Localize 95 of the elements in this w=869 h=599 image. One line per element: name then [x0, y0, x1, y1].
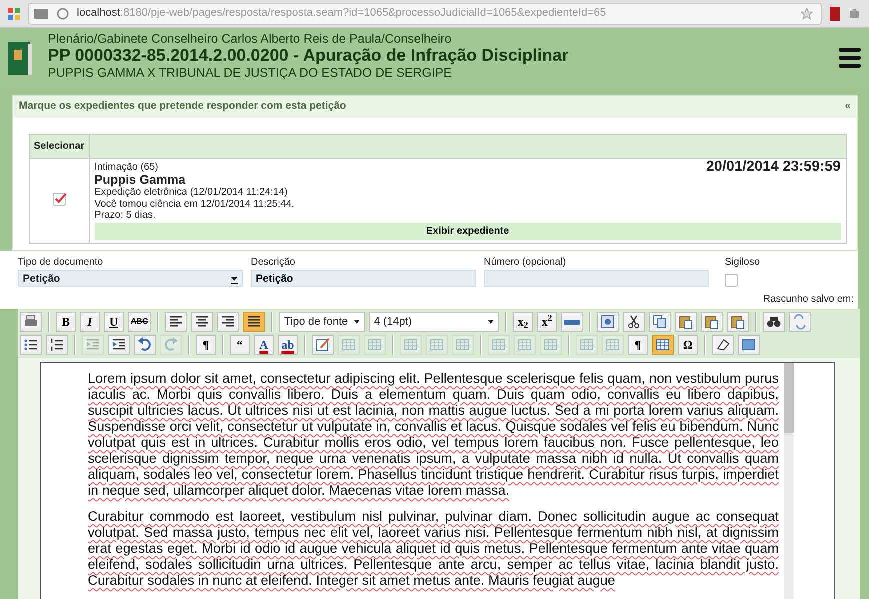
menu-icon[interactable] [839, 48, 861, 68]
copy-button[interactable] [649, 312, 672, 332]
table-icon [543, 337, 559, 354]
table-icon [655, 337, 671, 354]
notice-detail: Expedição eletrônica (12/01/2014 11:24:14) [94, 187, 289, 199]
format-button[interactable]: ¶ [196, 335, 216, 356]
description-input[interactable]: Petição [251, 270, 476, 288]
format-button[interactable]: Ω [678, 335, 698, 356]
format-button[interactable]: U [104, 312, 124, 332]
apps-icon[interactable] [8, 8, 20, 20]
table-icon [367, 337, 383, 354]
table-icon [579, 337, 595, 354]
field-label: Tipo de documento [18, 256, 104, 270]
clipboard-button[interactable] [727, 312, 750, 332]
deadline-date: 20/01/2014 23:59:59 [706, 162, 841, 177]
justify-button[interactable] [243, 312, 266, 332]
table-icon [455, 337, 471, 354]
print-button[interactable] [20, 312, 42, 332]
binoculars-button[interactable] [763, 312, 786, 332]
bullet-list-button[interactable] [20, 335, 42, 356]
window-button[interactable] [738, 335, 760, 356]
column-header: Selecionar [30, 134, 90, 158]
dropdown-arrow-icon [488, 320, 494, 324]
clipboard-icon [704, 314, 720, 330]
format-button[interactable]: x$_{2}$ [513, 312, 534, 332]
eraser-icon [715, 337, 731, 354]
document-paragraph: Curabitur commodo est laoreet, vestibulum nisl pulvinar, pulvinar diam. Donec sollicitudin augue ac consequat volutpat. Sed massa justo, tempus nec elit vel, laoreet varius nisi. Pellentesque fermentum nibh nisl, at dignissim erat egestas eget. Morbi id odio id augue vehicula aliquet id quis metus. Pellentesque fermentum ante vitae quam eleifend, sodales sollicitudin urna ultrices. Pellentesque ante arcu, semper ac tellus vitae, lacinia blandit justo. Curabitur sodales in nunc at eleifend. Integer sit amet metus ante. Mauris feugiat augue [88, 509, 779, 590]
table-icon [341, 337, 357, 354]
table-icon [429, 337, 445, 354]
style-icon [600, 314, 616, 330]
dropdown-arrow-icon [354, 320, 360, 324]
indent-button[interactable] [108, 335, 130, 356]
eraser-button[interactable] [712, 335, 734, 356]
book-icon[interactable] [830, 6, 840, 20]
redo-icon [163, 337, 179, 354]
table-button[interactable] [652, 335, 674, 356]
clipboard-button[interactable] [701, 312, 724, 332]
globe-icon [57, 8, 69, 20]
copy-icon [652, 314, 668, 330]
replace-icon [792, 314, 808, 330]
format-button[interactable]: A [254, 335, 274, 356]
table-icon [403, 337, 419, 354]
panel-title: Marque os expedientes que pretende responder com esta petição [19, 99, 346, 114]
numbered-list-icon [49, 337, 65, 354]
select-checkbox[interactable] [52, 192, 66, 206]
format-button[interactable]: ABC [128, 312, 152, 332]
party-name: Puppis Gamma [94, 173, 187, 188]
clipboard-button[interactable] [675, 312, 698, 332]
font-select[interactable]: 4 (14pt) [369, 312, 500, 332]
format-button[interactable]: “ [230, 335, 250, 356]
numbered-list-button[interactable] [46, 335, 68, 356]
table-icon [517, 337, 533, 354]
format-button[interactable]: ¶ [628, 335, 648, 356]
office-path: Plenário/Gabinete Conselheiro Carlos Alberto Reis de Paula/Conselheiro [48, 32, 453, 46]
draft-status: Rascunho salvo em: [763, 294, 854, 306]
number-input[interactable] [484, 270, 709, 288]
field-label: Sigiloso [725, 256, 760, 270]
style-button[interactable] [597, 312, 620, 332]
scissors-button[interactable] [623, 312, 646, 332]
field-label: Número (opcional) [484, 256, 568, 270]
confidential-checkbox[interactable] [725, 274, 738, 288]
notice-detail: Você tomou ciência em 12/01/2014 11:25:44. [94, 198, 295, 210]
page-icon [33, 8, 49, 20]
horizontal-rule-button[interactable] [561, 312, 584, 332]
clipboard-icon [730, 314, 746, 330]
book-icon [8, 40, 32, 76]
edit-button[interactable] [312, 335, 334, 356]
clipboard-icon [678, 314, 694, 330]
font-select[interactable]: Tipo de fonte [279, 312, 366, 332]
field-label: Descrição [251, 256, 296, 270]
undo-button[interactable] [134, 335, 156, 356]
notice-type: Intimação (65) [94, 162, 160, 174]
format-button[interactable]: x$^{2}$ [537, 312, 558, 332]
case-title: PP 0000332-85.2014.2.00.0200 - Apuração de Infração Disciplinar [48, 46, 570, 66]
edit-icon [315, 337, 331, 354]
format-button[interactable]: B [56, 312, 76, 332]
scrollbar[interactable] [784, 363, 794, 599]
case-parties: PUPPIS GAMMA X TRIBUNAL DE JUSTIÇA DO ESTADO DE SERGIPE [48, 66, 454, 80]
align-left-button[interactable] [165, 312, 188, 332]
table-icon [605, 337, 621, 354]
format-button[interactable]: I [80, 312, 100, 332]
align-center-button[interactable] [191, 312, 214, 332]
view-notice-button[interactable]: Exibir expediente [94, 222, 841, 240]
star-icon[interactable] [801, 8, 813, 20]
notice-detail: Prazo: 5 dias. [94, 210, 157, 222]
document-paragraph: Lorem ipsum dolor sit amet, consectetur adipiscing elit. Pellentesque scelerisque felis quam, non vestibulum purus iaculis ac. Morbi quis convallis libero. Duis a elementum quam. Duis quam odio, convallis eu libero dapibus, suscipit ultricies lacus. Ut ultrices nisi ut est lacinia, non mattis augue luctus. Sed a mi porta lorem varius aliquam. Suspendisse orci velit, consectetur ut vulputate in, convallis et lacus. Quisque sodales vel felis eu bibendum. Nunc volutpat quis est in ultrices. Curabitur mollis eros odio, vel tempus lorem faucibus non. Fusce pellentesque, leo scelerisque dignissim tempor, neque urna venenatis ipsum, a vulputate massa nibh id nulla. Ut convallis quam aliquam, sodales leo vel, consectetur lorem. Phasellus tincidunt tristique hendrerit. Curabitur risus turpis, imperdiet in neque sed, ullamcorper aliquet dolor. Maecenas vitae lorem massa. [88, 371, 779, 500]
bullet-list-icon [23, 337, 39, 354]
window-icon [741, 337, 757, 354]
undo-icon [137, 337, 153, 354]
align-right-button[interactable] [217, 312, 240, 332]
document-type-select[interactable]: Petição [18, 270, 243, 288]
table-icon [491, 337, 507, 354]
format-button[interactable]: ab [278, 335, 298, 356]
scissors-icon [626, 314, 642, 330]
collapse-toggle[interactable]: « [845, 99, 851, 115]
